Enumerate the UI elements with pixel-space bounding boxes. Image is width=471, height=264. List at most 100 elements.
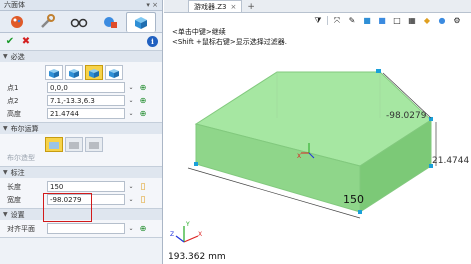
point2-row: 点2 7.1,-13.3,6.3 ⌄ ⊕ [3, 94, 159, 107]
axis-x [183, 235, 199, 243]
svg-text:Z: Z [170, 231, 174, 238]
align-plane-input[interactable] [47, 223, 125, 234]
boolean-shape-label: 布尔造型 [7, 154, 35, 162]
status-distance: 193.362 mm [168, 252, 226, 262]
view-sphere-icon[interactable]: ● [436, 15, 448, 26]
dimension-width-label[interactable]: -98.0279 [386, 111, 426, 121]
action-bar: ✔ ✖ i [0, 33, 162, 51]
tab-features[interactable] [2, 12, 32, 32]
boolean-subtract[interactable] [65, 137, 83, 152]
box-mode-center[interactable] [65, 65, 83, 80]
pick-point-icon[interactable]: ⊕ [137, 223, 149, 234]
box-front-face [195, 123, 361, 213]
box-points-icon [109, 68, 119, 78]
box-mode-diagonal[interactable] [85, 65, 103, 80]
svg-text:Y: Y [185, 221, 190, 228]
point1-label: 点1 [7, 83, 19, 92]
chevron-down-icon: ▼ [3, 169, 8, 176]
view-render-icon[interactable]: ◆ [421, 15, 433, 26]
section-annotation-header[interactable]: ▼ 标注 [0, 167, 162, 178]
filter-icon[interactable]: ⧩ [312, 15, 324, 26]
chevron-double-down-icon[interactable]: ⌄ [127, 84, 135, 91]
point2-label: 点2 [7, 96, 19, 105]
corner-handle [358, 210, 362, 214]
panel-pin-close[interactable]: ▾ × [146, 1, 158, 9]
box-mode-points[interactable] [105, 65, 123, 80]
chevron-double-down-icon[interactable]: ⌄ [127, 196, 135, 203]
section-required: ▼ 必选 点1 0,0,0 ⌄ ⊕ 点2 7.1,-13.3,6.3 ⌄ ⊕ 高… [0, 51, 162, 123]
tab-shape[interactable] [126, 12, 156, 32]
view-draw-icon[interactable]: ✎ [346, 15, 358, 26]
tab-render[interactable] [95, 12, 125, 32]
note-icon[interactable]: ▯ [137, 181, 149, 192]
panel-tabs [0, 11, 162, 33]
boolean-intersect[interactable] [85, 137, 103, 152]
tab-tools[interactable] [33, 12, 63, 32]
sphere-render-icon [104, 17, 117, 28]
svg-text:X: X [198, 231, 202, 238]
view-shaded-cube-icon[interactable]: ■ [376, 15, 388, 26]
length-row: 长度 150 ⌄ ▯ [3, 180, 159, 193]
pick-point-icon[interactable]: ⊕ [137, 82, 149, 93]
view-pan-icon[interactable]: ⤧ [331, 15, 343, 26]
section-settings-title: 设置 [10, 210, 25, 219]
cancel-x-icon[interactable]: ✖ [20, 36, 32, 48]
height-row: 高度 21.4744 ⌄ ⊕ [3, 107, 159, 120]
align-plane-row: 对齐平面 ⌄ ⊕ [3, 222, 159, 235]
viewport-hints: <单击中键>继续 <Shift +鼠标右键>显示选择过滤器. [172, 27, 287, 47]
box-center-icon [69, 68, 79, 78]
box-mode-corner[interactable] [45, 65, 63, 80]
document-tab-title: 游戏器.Z3 [194, 2, 227, 11]
chevron-double-down-icon[interactable]: ⌄ [127, 110, 135, 117]
add-tab-icon[interactable]: + [244, 2, 258, 12]
height-input[interactable]: 21.4744 [47, 108, 125, 119]
tab-view[interactable] [64, 12, 94, 32]
boolean-add[interactable] [45, 137, 63, 152]
pick-point-icon[interactable]: ⊕ [137, 95, 149, 106]
info-icon[interactable]: i [147, 36, 158, 47]
chevron-double-down-icon[interactable]: ⌄ [127, 97, 135, 104]
view-settings-icon[interactable]: ⚙ [451, 15, 463, 26]
panel-titlebar: 六面体 ▾ × [0, 0, 162, 11]
hint-line-1: <单击中键>继续 [172, 28, 226, 36]
dimension-line-length [187, 167, 361, 219]
chevron-double-down-icon[interactable]: ⌄ [127, 225, 135, 232]
section-boolean-header[interactable]: ▼ 布尔运算 [0, 123, 162, 134]
document-tabs: 游戏器.Z3 × + [164, 0, 471, 13]
close-icon[interactable]: × [230, 3, 236, 11]
length-label: 长度 [7, 182, 21, 191]
boolean-add-icon [49, 141, 59, 149]
corner-handle [376, 69, 381, 73]
box-right-face [359, 119, 432, 213]
view-iso-cube-icon[interactable]: ■ [361, 15, 373, 26]
properties-panel: 六面体 ▾ × ✔ ✖ i ▼ 必选 点1 0,0,0 ⌄ ⊕ 点2 7.1,-… [0, 0, 163, 264]
box-corner-icon [49, 68, 59, 78]
annotation-highlight-box [43, 193, 92, 222]
chevron-down-icon: ▼ [3, 125, 8, 132]
view-grid-icon[interactable]: ▦ [406, 15, 418, 26]
point1-input[interactable]: 0,0,0 [47, 82, 125, 93]
3d-viewport[interactable]: 游戏器.Z3 × + ⧩ ⤧ ✎ ■ ■ □ ▦ ◆ ● ⚙ <单击中键>继续 … [164, 0, 471, 264]
align-plane-label: 对齐平面 [7, 224, 35, 233]
width-label: 宽度 [7, 195, 21, 204]
chevron-double-down-icon[interactable]: ⌄ [127, 183, 135, 190]
corner-handle [429, 117, 433, 121]
view-wire-cube-icon[interactable]: □ [391, 15, 403, 26]
section-required-title: 必选 [10, 52, 25, 61]
pick-point-icon[interactable]: ⊕ [137, 108, 149, 119]
section-required-header[interactable]: ▼ 必选 [0, 51, 162, 62]
boolean-intersect-icon [89, 141, 99, 149]
point2-input[interactable]: 7.1,-13.3,6.3 [47, 95, 125, 106]
confirm-check-icon[interactable]: ✔ [4, 36, 16, 48]
document-tab[interactable]: 游戏器.Z3 × [188, 0, 243, 12]
boolean-subtract-icon [69, 141, 79, 149]
dimension-height-label[interactable]: 21.4744 [432, 156, 469, 166]
toolbar-divider [327, 16, 328, 25]
length-input[interactable]: 150 [47, 181, 125, 192]
view-toolbar: ⧩ ⤧ ✎ ■ ■ □ ▦ ◆ ● ⚙ [312, 14, 463, 27]
note-icon[interactable]: ▯ [137, 194, 149, 205]
box-diagonal-icon [89, 68, 99, 78]
section-boolean: ▼ 布尔运算 布尔造型 [0, 123, 162, 167]
paint-palette-icon [11, 16, 23, 28]
chevron-down-icon: ▼ [3, 211, 8, 218]
